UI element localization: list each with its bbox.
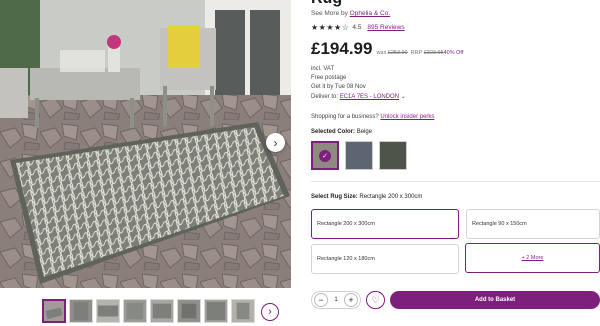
image-next-button[interactable]: › <box>266 133 285 152</box>
star-rating-icon: ★★★★☆ <box>311 23 350 32</box>
reviews-link[interactable]: 895 Reviews <box>367 24 404 31</box>
more-sizes-button[interactable]: + 2 More <box>465 243 600 273</box>
color-swatch-grey[interactable] <box>345 141 373 170</box>
thumbnail[interactable] <box>204 299 228 323</box>
was-value: £253.99 <box>387 50 408 56</box>
brand-link[interactable]: Ophelia & Co. <box>350 10 390 17</box>
chevron-down-icon: ⌄ <box>400 94 406 100</box>
product-info: Rug See More by Ophelia & Co. ★★★★☆ 4.5 … <box>311 0 600 326</box>
add-to-basket-button[interactable]: Add to Basket <box>390 291 600 309</box>
color-swatches: ✓ <box>311 141 407 170</box>
color-swatch-beige[interactable]: ✓ <box>311 141 339 170</box>
size-option-90x150[interactable]: Rectangle 90 x 150cm <box>466 209 600 239</box>
color-label: Selected Color: Beige <box>311 129 372 135</box>
rug-photo <box>0 0 291 288</box>
see-more-label: See More by <box>311 10 348 17</box>
size-label-key: Select Rug Size: <box>311 194 358 200</box>
thumbnail[interactable] <box>231 299 255 323</box>
thumbnail-strip <box>42 299 255 323</box>
rating-row: ★★★★☆ 4.5 895 Reviews <box>311 23 405 32</box>
business-perks-link[interactable]: Unlock insider perks <box>380 114 434 120</box>
rrp-label: RRP <box>410 50 423 56</box>
current-price: £194.99 <box>311 39 373 58</box>
was-label: was <box>376 50 387 56</box>
chevron-right-icon: › <box>273 135 278 150</box>
rrp-value: £323.65 <box>423 50 444 56</box>
was-price: was £253.99 <box>376 50 407 56</box>
color-label-value: Beige <box>356 129 373 135</box>
thumbnail[interactable] <box>123 299 147 323</box>
postage-note: Free postage <box>311 75 347 81</box>
product-image: › <box>0 0 291 288</box>
business-row: Shopping for a business? Unlock insider … <box>311 114 434 120</box>
chevron-right-icon: › <box>268 306 272 318</box>
color-swatch-green[interactable] <box>379 141 407 170</box>
quantity-stepper: − 1 + <box>311 291 361 309</box>
divider <box>311 181 600 182</box>
heart-icon: ♡ <box>371 294 380 305</box>
quantity-increase-button[interactable]: + <box>344 293 358 307</box>
thumbnail[interactable] <box>177 299 201 323</box>
quantity-value[interactable]: 1 <box>334 297 337 303</box>
wishlist-button[interactable]: ♡ <box>366 291 385 309</box>
size-option-200x300[interactable]: Rectangle 200 x 300cm <box>311 209 459 239</box>
rating-value: 4.5 <box>352 24 362 31</box>
deliver-label: Deliver to: <box>311 94 339 100</box>
thumbnail[interactable] <box>96 299 120 323</box>
size-option-120x180[interactable]: Rectangle 120 x 180cm <box>311 244 459 274</box>
size-label: Select Rug Size: Rectangle 200 x 300cm <box>311 194 422 200</box>
size-label-value: Rectangle 200 x 300cm <box>359 194 423 200</box>
color-label-key: Selected Color: <box>311 129 356 135</box>
thumbnail[interactable] <box>42 299 66 323</box>
vat-note: incl. VAT <box>311 66 335 72</box>
delivery-date: Get it by Tue 08 Nov <box>311 84 366 90</box>
product-title: Rug <box>311 0 342 8</box>
price-row: £194.99 was £253.99 RRP £323.65 40% Off <box>311 39 463 59</box>
saving-badge: 40% Off <box>443 50 464 56</box>
thumbnail[interactable] <box>150 299 174 323</box>
brand-line: See More by Ophelia & Co. <box>311 10 390 17</box>
thumbnails-next-button[interactable]: › <box>261 303 279 321</box>
rrp-price: RRP £323.65 <box>411 50 444 56</box>
business-label: Shopping for a business? <box>311 114 379 120</box>
thumbnail[interactable] <box>69 299 93 323</box>
deliver-location-link[interactable]: EC1A 7ES - LONDON <box>340 94 399 100</box>
deliver-to: Deliver to: EC1A 7ES - LONDON ⌄ <box>311 93 406 100</box>
check-icon: ✓ <box>319 150 331 162</box>
quantity-decrease-button[interactable]: − <box>314 293 328 307</box>
